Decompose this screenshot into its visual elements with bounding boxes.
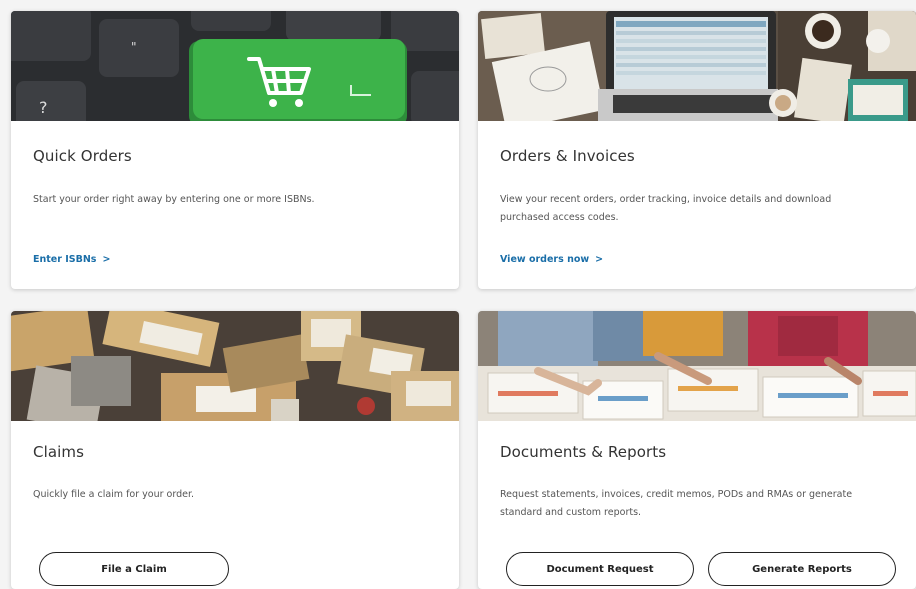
claims-card: Claims Quickly file a claim for your ord… — [11, 311, 459, 589]
file-a-claim-button[interactable]: File a Claim — [39, 552, 229, 586]
card-title: Quick Orders — [33, 147, 132, 165]
svg-text:?: ? — [39, 98, 48, 117]
chevron-right-icon: > — [102, 254, 111, 265]
laptop-desk-photo — [478, 11, 916, 121]
link-label: Enter ISBNs — [33, 254, 97, 265]
generate-reports-button[interactable]: Generate Reports — [708, 552, 896, 586]
card-title: Claims — [33, 443, 85, 461]
document-request-button[interactable]: Document Request — [506, 552, 694, 586]
link-label: View orders now — [500, 254, 590, 265]
card-description: Request statements, invoices, credit mem… — [500, 489, 853, 518]
laptop-desk-image — [478, 11, 916, 121]
card-title: Orders & Invoices — [500, 147, 635, 165]
team-reports-photo — [478, 311, 916, 421]
enter-isbns-link[interactable]: Enter ISBNs > — [33, 254, 110, 265]
packages-photo — [11, 311, 459, 421]
documents-reports-card: Documents & Reports Request statements, … — [478, 311, 916, 589]
keyboard-cart-image: ? " — [11, 11, 459, 121]
card-description: Quickly file a claim for your order. — [33, 489, 195, 500]
keyboard-cart-icon: ? " — [11, 11, 459, 121]
card-description: View your recent orders, order tracking,… — [500, 194, 832, 223]
quick-orders-card: ? " Quick Orders Start your order right … — [11, 11, 459, 289]
card-title: Documents & Reports — [500, 443, 667, 461]
card-description: Start your order right away by entering … — [33, 194, 315, 205]
chevron-right-icon: > — [595, 254, 604, 265]
packages-image — [11, 311, 459, 421]
svg-text:": " — [131, 40, 137, 54]
orders-invoices-card: Orders & Invoices View your recent order… — [478, 11, 916, 289]
team-reports-image — [478, 311, 916, 421]
view-orders-link[interactable]: View orders now > — [500, 254, 603, 265]
